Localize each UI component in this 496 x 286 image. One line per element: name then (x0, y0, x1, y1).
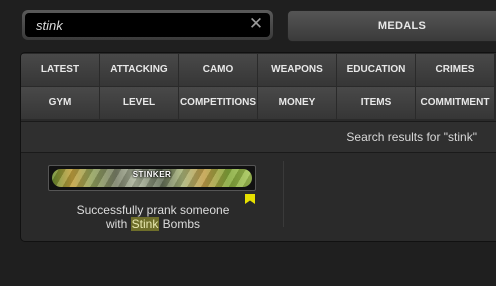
category-level[interactable]: LEVEL (100, 87, 178, 119)
category-latest[interactable]: LATEST (21, 54, 99, 86)
divider (283, 161, 284, 227)
category-crimes[interactable]: CRIMES (416, 54, 494, 86)
medals-panel: LATEST ATTACKING CAMO WEAPONS EDUCATION … (20, 52, 496, 242)
search-field: ✕ (25, 13, 270, 37)
category-weapons[interactable]: WEAPONS (258, 54, 336, 86)
category-items[interactable]: ITEMS (337, 87, 415, 119)
category-camo[interactable]: CAMO (179, 54, 257, 86)
category-row-1: LATEST ATTACKING CAMO WEAPONS EDUCATION … (21, 54, 495, 86)
search-highlight: Stink (130, 217, 160, 231)
category-attacking[interactable]: ATTACKING (100, 54, 178, 86)
category-money[interactable]: MONEY (258, 87, 336, 119)
medal-desc-line2: with Stink Bombs (48, 217, 258, 231)
category-education[interactable]: EDUCATION (337, 54, 415, 86)
medal-name: STINKER (132, 170, 172, 179)
tab-medals[interactable]: MEDALS (287, 10, 496, 42)
results-bar: Search results for "stink" (21, 121, 496, 153)
category-gym[interactable]: GYM (21, 87, 99, 119)
search-box: ✕ (22, 10, 273, 40)
category-commitment[interactable]: COMMITMENT (416, 87, 494, 119)
category-row-2: GYM LEVEL COMPETITIONS MONEY ITEMS COMMI… (21, 87, 495, 119)
medal-desc-pre: with (105, 217, 131, 231)
medal-desc-line1: Successfully prank someone (76, 203, 230, 217)
category-competitions[interactable]: COMPETITIONS (179, 87, 257, 119)
medal-image: STINKER (48, 165, 256, 191)
medal-card[interactable]: STINKER Successfully prank someone with … (48, 165, 258, 231)
search-input[interactable] (25, 13, 235, 37)
medal-desc-post: Bombs (159, 217, 201, 231)
medal-description: Successfully prank someone with Stink Bo… (48, 203, 258, 231)
close-icon[interactable]: ✕ (248, 15, 264, 32)
results-text: Search results for "stink" (346, 130, 477, 144)
